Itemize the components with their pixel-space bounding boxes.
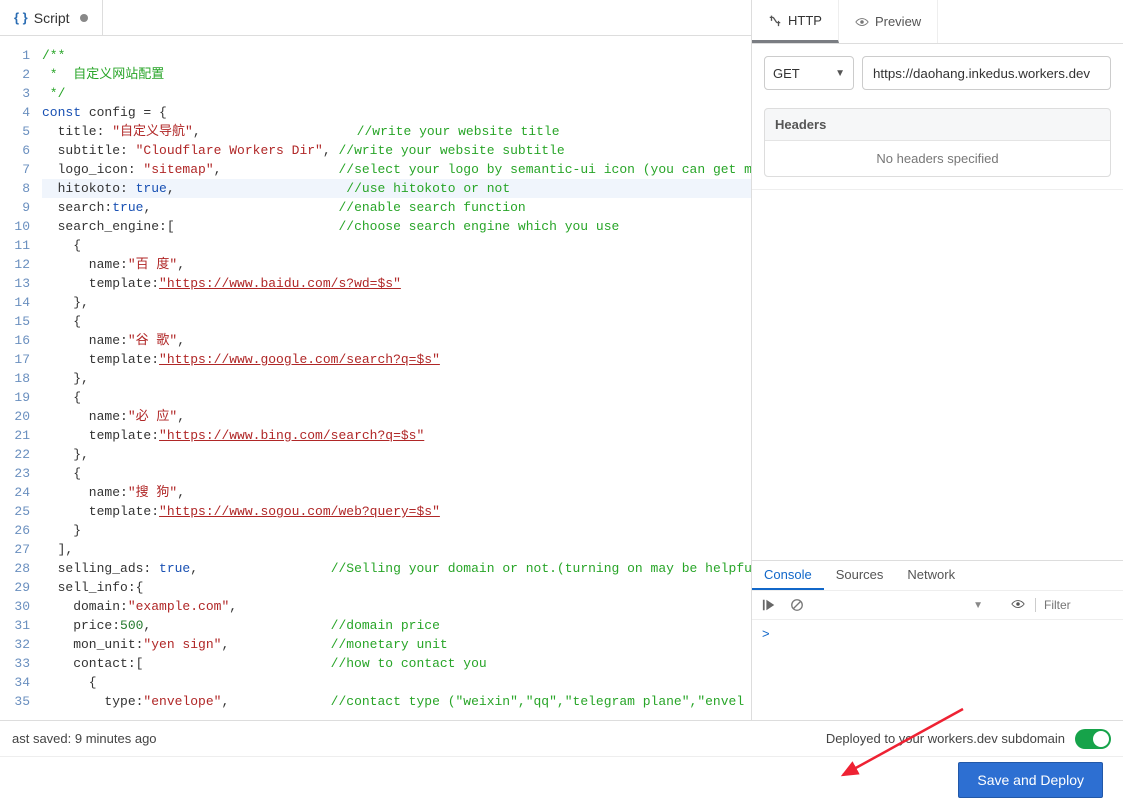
play-step-icon[interactable] [760,596,778,614]
editor-tab-script[interactable]: { } Script [0,0,103,35]
headers-title: Headers [765,109,1110,141]
tab-http-label: HTTP [788,13,822,28]
console-body[interactable]: > [752,620,1123,720]
devtab-sources[interactable]: Sources [824,561,896,590]
tab-http[interactable]: HTTP [752,0,839,43]
visibility-icon[interactable] [1011,597,1025,614]
deploy-toggle[interactable] [1075,729,1111,749]
http-panel: GET ▼ Headers No headers specified [752,44,1123,190]
right-tabs: HTTP Preview [752,0,1123,44]
devtools-tabs: Console Sources Network [752,560,1123,590]
braces-icon: { } [14,10,28,25]
headers-empty: No headers specified [765,141,1110,176]
right-pane: HTTP Preview GET ▼ Headers No head [752,0,1123,720]
http-method-select[interactable]: GET ▼ [764,56,854,90]
devtab-console[interactable]: Console [752,561,824,590]
http-method-value: GET [773,66,800,81]
save-and-deploy-button[interactable]: Save and Deploy [958,762,1103,798]
bottom-bar: Save and Deploy [0,756,1123,802]
line-gutter: 1234567891011121314151617181920212223242… [0,36,36,720]
unsaved-dot-icon [80,14,88,22]
status-bar: ast saved: 9 minutes ago Deployed to you… [0,720,1123,756]
clear-console-icon[interactable] [788,596,806,614]
deploy-subdomain-text: Deployed to your workers.dev subdomain [826,731,1065,746]
code-editor[interactable]: 1234567891011121314151617181920212223242… [0,36,751,720]
editor-tab-label: Script [34,10,70,26]
devtools-toolbar: ▼ [752,590,1123,620]
editor-tabs: { } Script [0,0,751,36]
last-saved-text: ast saved: 9 minutes ago [12,731,157,746]
editor-pane: { } Script 12345678910111213141516171819… [0,0,752,720]
tab-preview-label: Preview [875,14,921,29]
chevron-down-icon: ▼ [835,68,845,79]
console-filter-input[interactable] [1035,598,1115,612]
http-icon [768,13,782,27]
devtab-network[interactable]: Network [895,561,967,590]
tab-preview[interactable]: Preview [839,0,938,43]
code-body[interactable]: /** * 自定义网站配置 */const config = { title: … [36,36,751,720]
dropdown-tri-icon[interactable]: ▼ [973,600,983,611]
console-prompt: > [762,626,770,641]
http-url-input[interactable] [862,56,1111,90]
headers-box: Headers No headers specified [764,108,1111,177]
eye-icon [855,15,869,29]
